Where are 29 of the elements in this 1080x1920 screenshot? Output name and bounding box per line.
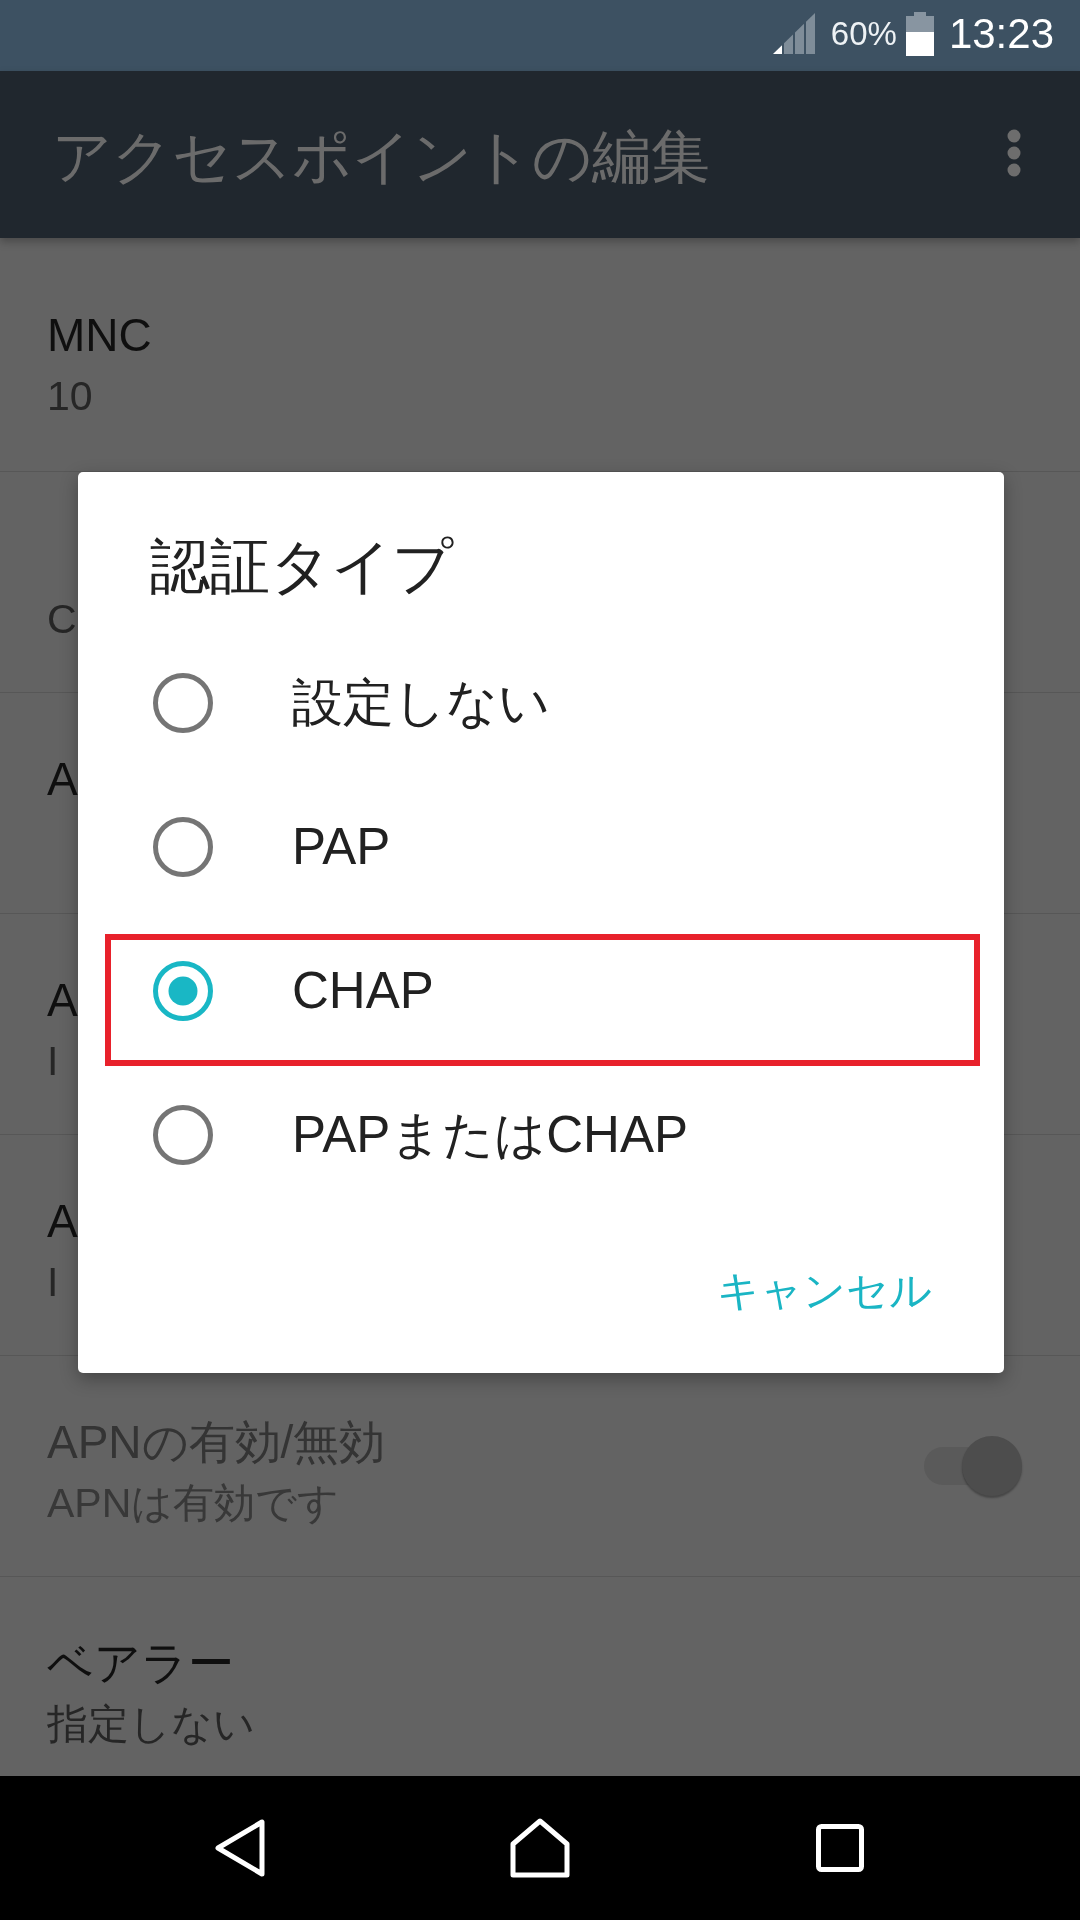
setting-value: 指定しない	[47, 1700, 255, 1749]
radio-button[interactable]	[153, 673, 213, 733]
back-icon[interactable]	[214, 1818, 266, 1878]
dialog-title: 認証タイプ	[150, 532, 453, 602]
radio-button[interactable]	[153, 961, 213, 1021]
signal-icon	[772, 13, 815, 54]
battery-percent: 60%	[830, 13, 897, 54]
option-label: PAPまたはCHAP	[292, 1105, 688, 1165]
option-label: 設定しない	[292, 673, 550, 733]
option-label: PAP	[292, 817, 391, 877]
option-label: CHAP	[292, 961, 434, 1021]
setting-value: I	[47, 1258, 59, 1307]
screen-title: アクセスポイントの編集	[52, 122, 710, 192]
radio-button[interactable]	[153, 1105, 213, 1165]
setting-title: MNC	[47, 308, 152, 363]
setting-title: A	[47, 1194, 78, 1249]
cancel-button[interactable]: キャンセル	[693, 1243, 956, 1339]
recents-icon[interactable]	[816, 1824, 864, 1872]
setting-title: ベアラー	[47, 1636, 234, 1691]
radio-button[interactable]	[153, 817, 213, 877]
setting-title: A	[47, 752, 78, 807]
clock-time: 13:23	[948, 9, 1054, 58]
setting-value: 10	[47, 372, 93, 421]
setting-title: A	[47, 973, 78, 1028]
home-icon[interactable]	[510, 1818, 570, 1878]
setting-value: I	[47, 1037, 59, 1086]
setting-value: C	[47, 595, 77, 644]
more-menu-icon[interactable]	[1007, 128, 1021, 177]
battery-icon	[905, 11, 934, 56]
